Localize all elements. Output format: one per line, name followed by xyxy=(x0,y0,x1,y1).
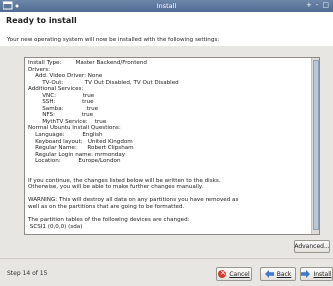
summary-textbox[interactable]: Install Type: Master Backend/Frontend Dr… xyxy=(24,57,320,235)
page-title: Ready to install xyxy=(6,16,77,25)
footer-divider xyxy=(0,258,333,259)
window-title: Install xyxy=(156,2,177,10)
scrollbar-thumb[interactable] xyxy=(313,60,319,230)
cancel-button[interactable]: Cancel xyxy=(216,267,252,281)
minimize-button[interactable]: - xyxy=(316,1,319,9)
summary-line: SCSI1 (0,0,0) (sda) xyxy=(28,223,83,230)
window-titlebar[interactable]: Install + - □ xyxy=(0,0,333,12)
close-button[interactable]: □ xyxy=(322,1,329,9)
back-arrow-icon xyxy=(264,270,274,278)
advanced-button[interactable]: Advanced... xyxy=(294,240,330,253)
maximize-button[interactable]: + xyxy=(306,1,312,9)
intro-text: Your new operating system will now be in… xyxy=(7,37,220,43)
summary-scrollbar[interactable] xyxy=(311,58,319,234)
forward-arrow-icon xyxy=(301,270,311,278)
step-indicator: Step 14 of 15 xyxy=(7,270,48,277)
cancel-label: Cancel xyxy=(229,270,250,278)
back-button[interactable]: Back xyxy=(260,267,296,281)
install-button[interactable]: Install xyxy=(300,267,333,281)
window-controls: + - □ xyxy=(302,1,329,11)
back-label: Back xyxy=(276,270,292,278)
summary-content: Install Type: Master Backend/Frontend Dr… xyxy=(28,60,309,230)
cancel-icon xyxy=(218,268,226,278)
install-label: Install xyxy=(313,270,332,278)
